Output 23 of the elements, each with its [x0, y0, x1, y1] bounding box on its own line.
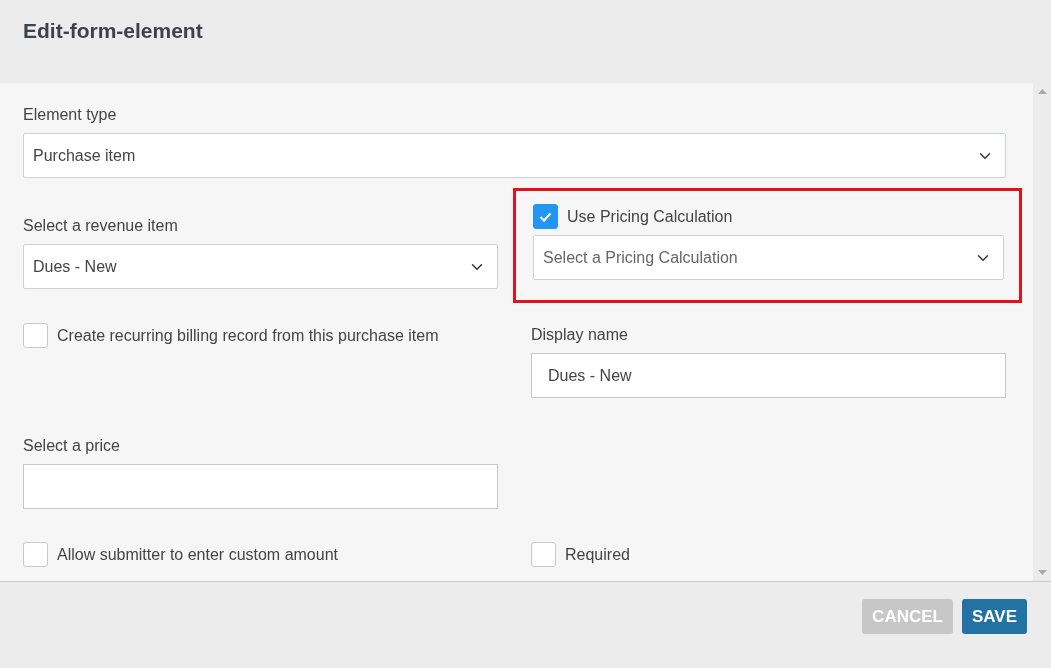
field-label: Element type [23, 105, 118, 125]
checkbox-label: Use Pricing Calculation [567, 206, 733, 227]
checkbox-label: Allow submitter to enter custom amount [57, 544, 338, 565]
checkbox-label: Create recurring billing record from this purchase item [57, 325, 439, 346]
checkbox[interactable] [23, 542, 48, 567]
scroll-up-icon[interactable] [1037, 89, 1047, 94]
display-name-field[interactable]: Dues - New [531, 353, 1006, 398]
element-type-select[interactable]: Purchase item [23, 133, 1006, 178]
save-button[interactable]: SAVE [961, 599, 1027, 634]
checkbox[interactable] [533, 204, 558, 229]
price-field[interactable] [23, 464, 498, 509]
pricing-calculation-select[interactable]: Select a Pricing Calculation [533, 235, 1004, 280]
dialog-title: Edit-form-element [23, 18, 204, 44]
field-label: Select a price [23, 436, 121, 456]
field-label: Display name [531, 325, 629, 345]
checkbox-label: Required [565, 544, 630, 565]
check-icon [539, 211, 552, 222]
checkbox[interactable] [531, 542, 556, 567]
revenue-item-select[interactable]: Dues - New [23, 244, 498, 289]
field-label: Select a revenue item [23, 216, 179, 236]
scrollbar[interactable] [1033, 83, 1051, 581]
scroll-down-icon[interactable] [1037, 570, 1047, 575]
checkbox[interactable] [23, 323, 48, 348]
